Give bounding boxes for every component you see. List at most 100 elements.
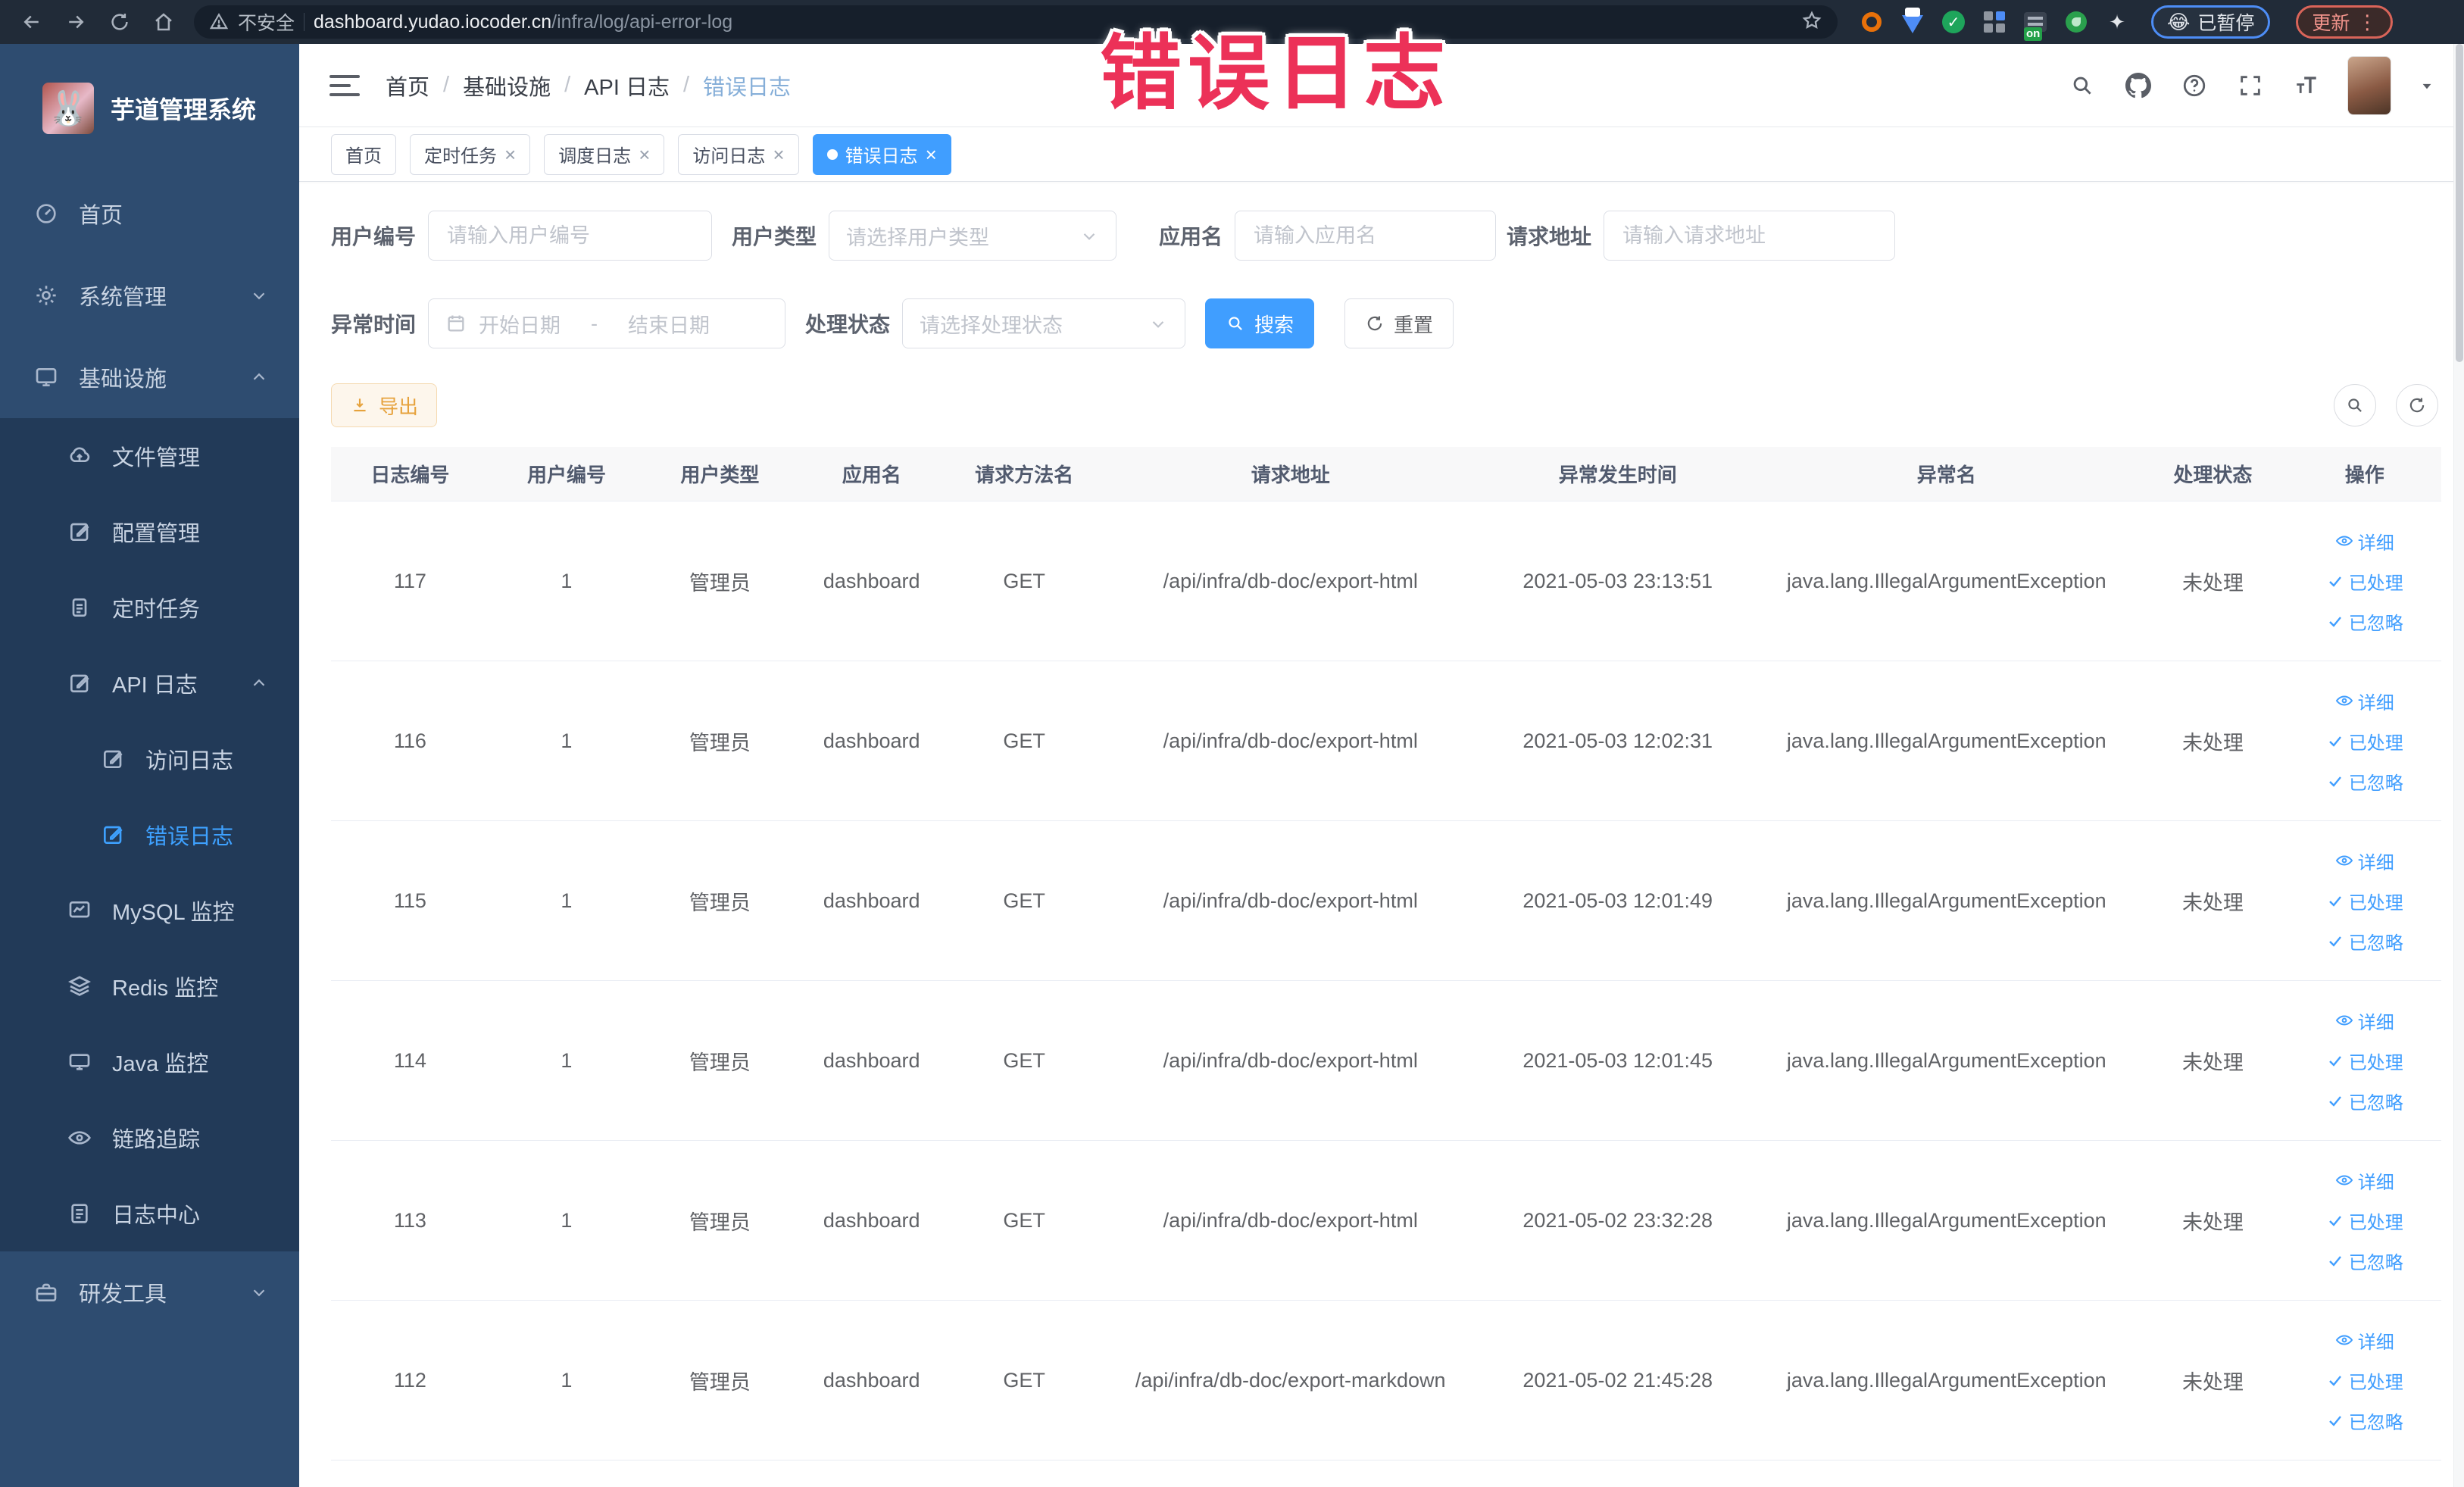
sidebar-item-java-monitor[interactable]: Java 监控 xyxy=(0,1024,299,1100)
search-icon[interactable] xyxy=(2067,70,2097,101)
app-logo[interactable]: 🐰 芋道管理系统 xyxy=(0,44,299,173)
refresh-icon[interactable] xyxy=(2396,384,2438,426)
breadcrumb-item: 错误日志 xyxy=(703,75,792,100)
sidebar-item-trace[interactable]: 链路追踪 xyxy=(0,1100,299,1176)
cell-method: GET xyxy=(1003,1048,1045,1072)
paused-badge[interactable]: 😂 已暂停 xyxy=(2151,5,2271,39)
sidebar-item-system-management[interactable]: 系统管理 xyxy=(0,255,299,336)
close-icon[interactable]: × xyxy=(773,145,784,164)
detail-link[interactable]: 详细 xyxy=(2335,528,2394,555)
user-type-select[interactable]: 请选择用户类型 xyxy=(829,211,1117,261)
breadcrumb-item[interactable]: API 日志 xyxy=(584,70,670,102)
tab-schedule-log[interactable]: 调度日志 × xyxy=(544,133,665,175)
ignored-link[interactable]: 已忽略 xyxy=(2326,1248,2403,1274)
sidebar-item-access-log[interactable]: 访问日志 xyxy=(0,721,299,797)
sidebar-item-error-log[interactable]: 错误日志 xyxy=(0,797,299,873)
address-bar[interactable]: 不安全 dashboard.yudao.iocoder.cn/infra/log… xyxy=(194,5,1838,39)
ignored-link[interactable]: 已忽略 xyxy=(2326,768,2403,795)
ignored-link[interactable]: 已忽略 xyxy=(2326,608,2403,635)
done-link[interactable]: 已处理 xyxy=(2326,888,2403,914)
sidebar-item-log-center[interactable]: 日志中心 xyxy=(0,1176,299,1251)
tab-error-log[interactable]: 错误日志 × xyxy=(812,133,951,175)
extension-shield-icon[interactable] xyxy=(1900,9,1925,35)
detail-link[interactable]: 详细 xyxy=(2335,1327,2394,1354)
action-label: 详细 xyxy=(2357,533,2394,554)
detail-link[interactable]: 详细 xyxy=(2335,848,2394,874)
edit-icon xyxy=(67,519,92,545)
app-name-input[interactable] xyxy=(1235,211,1497,261)
detail-link[interactable]: 详细 xyxy=(2335,1007,2394,1034)
breadcrumb-item[interactable]: 首页 xyxy=(386,70,429,102)
request-url-input[interactable] xyxy=(1604,211,1896,261)
done-link[interactable]: 已处理 xyxy=(2326,728,2403,754)
sidebar-item-dev-tools[interactable]: 研发工具 xyxy=(0,1251,299,1333)
done-link[interactable]: 已处理 xyxy=(2326,1367,2403,1394)
browser-menu-icon[interactable]: ⋮ xyxy=(2357,11,2377,34)
update-button[interactable]: 更新 ⋮ xyxy=(2296,5,2394,39)
extension-orange-icon[interactable] xyxy=(1859,9,1885,35)
check-icon xyxy=(2326,892,2344,910)
font-size-icon[interactable] xyxy=(2291,70,2322,101)
cell-id: 114 xyxy=(393,1048,426,1072)
done-link[interactable]: 已处理 xyxy=(2326,568,2403,595)
tab-home[interactable]: 首页 xyxy=(331,133,396,175)
bookmark-star-icon[interactable] xyxy=(1801,10,1822,35)
page-scrollbar[interactable] xyxy=(2453,44,2464,1487)
reset-button[interactable]: 重置 xyxy=(1344,298,1454,348)
ignored-link[interactable]: 已忽略 xyxy=(2326,1088,2403,1114)
table-row: 117 1 管理员 dashboard GET/api/infra/db-doc/exp… xyxy=(331,501,2441,661)
export-button[interactable]: 导出 xyxy=(331,383,438,427)
hamburger-icon[interactable] xyxy=(329,74,360,96)
done-link[interactable]: 已处理 xyxy=(2326,1048,2403,1074)
breadcrumb-item[interactable]: 基础设施 xyxy=(463,70,551,102)
user-id-input[interactable] xyxy=(428,211,713,261)
app-shell: 🐰 芋道管理系统 首页 系统管理 基础设施 文件管理 配置管理 定时任务 API 日志 访问日… xyxy=(0,44,2464,1487)
forward-icon[interactable] xyxy=(64,10,88,34)
close-icon[interactable]: × xyxy=(504,145,516,164)
detail-link[interactable]: 详细 xyxy=(2335,688,2394,714)
ignored-link[interactable]: 已忽略 xyxy=(2326,1407,2403,1434)
cell-user-id: 1 xyxy=(561,1208,573,1232)
cell-user-id: 1 xyxy=(561,1368,573,1392)
sidebar-item-redis-monitor[interactable]: Redis 监控 xyxy=(0,948,299,1024)
home-icon[interactable] xyxy=(151,10,176,34)
sidebar-item-label: Redis 监控 xyxy=(112,976,219,1001)
tab-access-log[interactable]: 访问日志 × xyxy=(678,133,799,175)
extension-green-icon[interactable] xyxy=(2063,9,2089,35)
row-actions: 详细 已处理 已忽略 xyxy=(2288,1007,2441,1114)
sidebar-item-mysql-monitor[interactable]: MySQL 监控 xyxy=(0,873,299,948)
sidebar-item-scheduled-tasks[interactable]: 定时任务 xyxy=(0,570,299,645)
detail-link[interactable]: 详细 xyxy=(2335,1167,2394,1194)
sidebar-item-file-management[interactable]: 文件管理 xyxy=(0,418,299,494)
sidebar-item-infrastructure[interactable]: 基础设施 xyxy=(0,336,299,418)
extension-check-icon[interactable]: ✓ xyxy=(1941,9,1966,35)
cell-user-type: 管理员 xyxy=(689,1370,751,1394)
extension-on-icon[interactable]: on xyxy=(2022,9,2048,41)
done-link[interactable]: 已处理 xyxy=(2326,1207,2403,1234)
reload-icon[interactable] xyxy=(108,10,132,34)
cell-url: /api/infra/db-doc/export-markdown xyxy=(1135,1368,1446,1392)
chevron-down-icon xyxy=(1079,226,1099,245)
extensions-grid-icon[interactable] xyxy=(1982,9,2007,35)
ignored-link[interactable]: 已忽略 xyxy=(2326,928,2403,954)
date-range-picker[interactable]: 开始日期 - 结束日期 xyxy=(428,298,786,348)
close-icon[interactable]: × xyxy=(926,145,937,164)
process-status-select[interactable]: 请选择处理状态 xyxy=(902,298,1186,348)
show-search-icon[interactable] xyxy=(2334,384,2376,426)
close-icon[interactable]: × xyxy=(639,145,650,164)
search-button[interactable]: 搜索 xyxy=(1205,298,1315,348)
help-icon[interactable] xyxy=(2179,70,2209,101)
tab-scheduled-tasks[interactable]: 定时任务 × xyxy=(410,133,531,175)
fullscreen-icon[interactable] xyxy=(2235,70,2266,101)
sidebar-item-config-management[interactable]: 配置管理 xyxy=(0,494,299,570)
sidebar-item-api-log[interactable]: API 日志 xyxy=(0,645,299,721)
extension-pin-icon[interactable]: ✦ xyxy=(2104,9,2130,35)
back-icon[interactable] xyxy=(20,10,44,34)
user-avatar[interactable] xyxy=(2347,55,2391,115)
sidebar-item-home[interactable]: 首页 xyxy=(0,173,299,255)
avatar-caret-icon[interactable] xyxy=(2417,76,2437,95)
github-icon[interactable] xyxy=(2123,70,2153,101)
breadcrumb-separator: / xyxy=(564,73,571,97)
scrollbar-thumb[interactable] xyxy=(2456,44,2463,362)
sidebar-item-label: Java 监控 xyxy=(112,1052,209,1076)
